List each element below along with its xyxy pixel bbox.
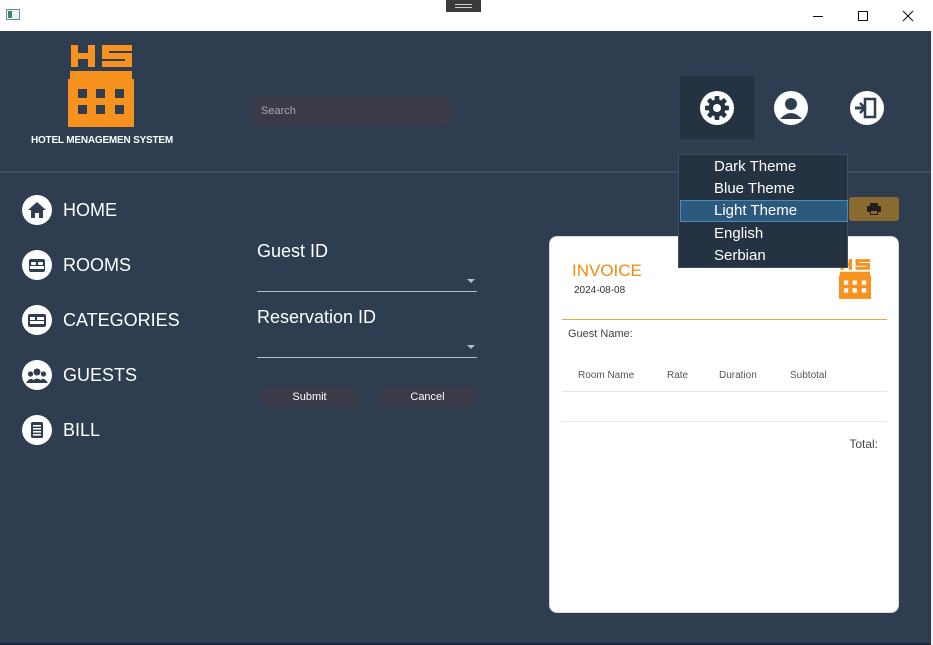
menu-item-english[interactable]: English — [680, 223, 848, 245]
chevron-down-icon — [467, 279, 475, 283]
app-window-icon — [6, 9, 20, 20]
sidebar-item-rooms[interactable]: ROOMS — [22, 250, 131, 280]
hotel-logo — [66, 45, 136, 127]
column-header-duration: Duration — [719, 370, 757, 381]
menu-item-dark-theme[interactable]: Dark Theme — [680, 156, 848, 178]
total-label: Total: — [849, 437, 878, 451]
user-profile-button[interactable] — [754, 76, 828, 139]
guests-icon — [22, 360, 52, 390]
invoice-title: INVOICE — [572, 261, 642, 280]
settings-button[interactable] — [680, 76, 754, 139]
table-header-divider — [562, 391, 887, 392]
user-icon — [774, 90, 808, 125]
sidebar-item-bill[interactable]: BILL — [22, 415, 100, 445]
submit-button[interactable]: Submit — [260, 387, 359, 407]
bill-icon — [22, 415, 52, 445]
table-bottom-divider — [562, 421, 887, 422]
cancel-button[interactable]: Cancel — [378, 387, 477, 407]
logout-button[interactable] — [830, 76, 904, 139]
reservation-id-combobox[interactable] — [257, 336, 477, 358]
sidebar-item-label: GUESTS — [63, 364, 138, 385]
menu-item-blue-theme[interactable]: Blue Theme — [680, 178, 848, 200]
home-icon — [22, 195, 52, 225]
menu-item-light-theme[interactable]: Light Theme — [680, 200, 848, 222]
logout-icon — [850, 90, 884, 125]
print-button[interactable] — [849, 197, 899, 221]
menu-item-serbian[interactable]: Serbian — [680, 245, 848, 267]
sidebar-item-label: ROOMS — [63, 254, 132, 275]
sidebar-item-guests[interactable]: GUESTS — [22, 360, 137, 390]
sidebar-item-categories[interactable]: CATEGORIES — [22, 305, 180, 335]
window-titlebar — [0, 0, 933, 31]
app-title: HOTEL MENAGEMEN SYSTEM — [30, 135, 174, 146]
invoice-card: INVOICE 2024-08-08 Guest Name: Room Name… — [549, 236, 899, 613]
sidebar-item-label: HOME — [63, 199, 117, 220]
column-header-room-name: Room Name — [578, 370, 635, 381]
settings-dropdown-menu: Dark Theme Blue Theme Light Theme Englis… — [678, 154, 848, 268]
guest-name-label: Guest Name: — [568, 328, 633, 340]
sidebar-item-label: CATEGORIES — [63, 309, 180, 330]
invoice-divider — [562, 319, 887, 320]
reservation-id-label: Reservation ID — [257, 307, 377, 327]
titlebar-grip-handle[interactable] — [446, 0, 481, 12]
sidebar-item-home[interactable]: HOME — [22, 195, 117, 225]
maximize-button[interactable] — [840, 0, 886, 31]
printer-icon — [867, 203, 881, 215]
guest-id-label: Guest ID — [257, 241, 329, 261]
search-input[interactable] — [251, 96, 452, 126]
app-main-window: HOTEL MENAGEMEN SYSTEM Search HOME ROOMS… — [0, 31, 931, 643]
invoice-date: 2024-08-08 — [574, 285, 626, 296]
bed-icon — [22, 250, 52, 280]
gear-icon — [700, 90, 734, 125]
column-header-rate: Rate — [667, 370, 689, 381]
guest-id-combobox[interactable] — [257, 270, 477, 292]
column-header-subtotal: Subtotal — [790, 370, 827, 381]
sidebar-item-label: BILL — [63, 419, 101, 440]
minimize-button[interactable] — [795, 0, 841, 31]
chevron-down-icon — [467, 345, 475, 349]
close-button[interactable] — [885, 0, 931, 31]
categories-icon — [22, 305, 52, 335]
